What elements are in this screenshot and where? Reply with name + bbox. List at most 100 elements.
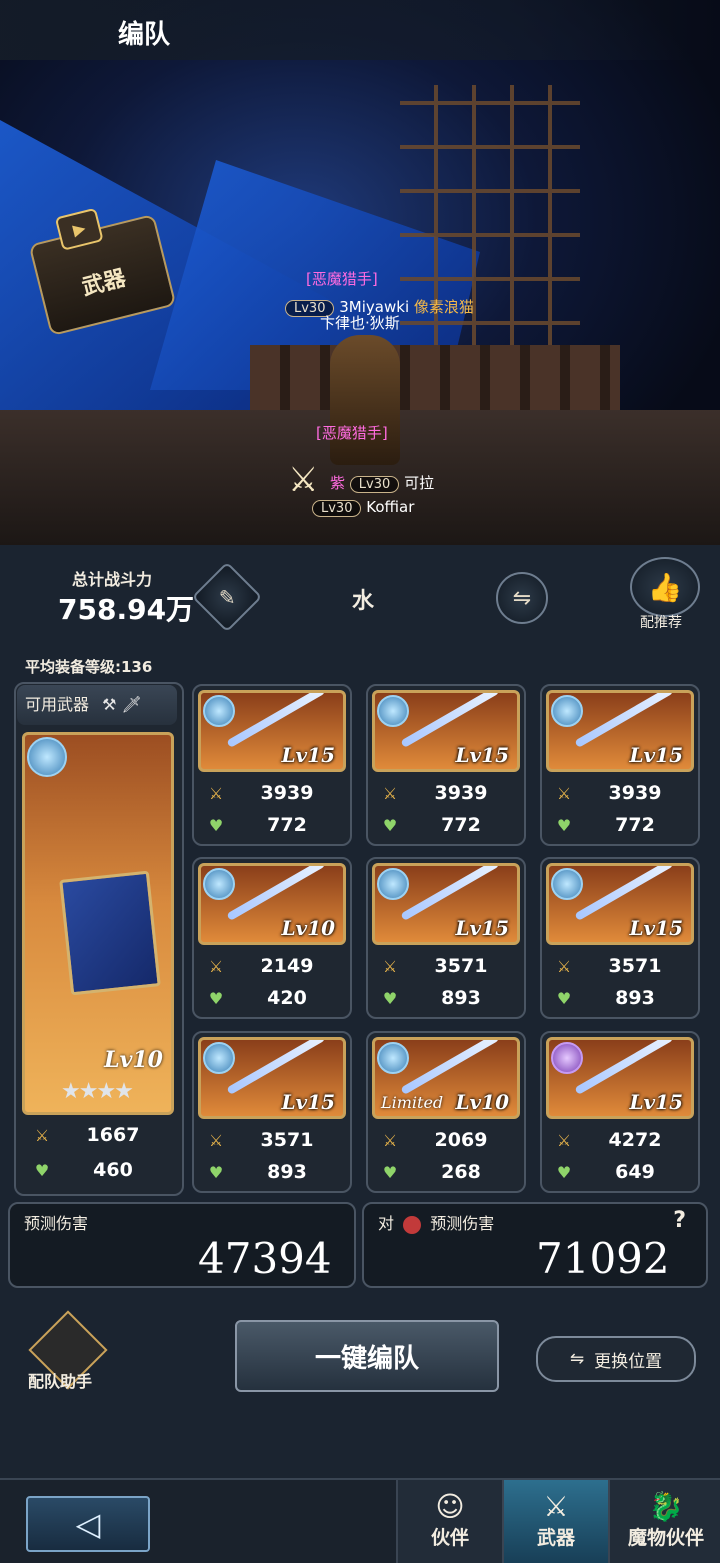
weapon-art: Lv10 (198, 863, 346, 945)
element-gem-icon (551, 1042, 583, 1074)
weapon-card[interactable]: Lv15 ⚔ 3939 ♥ 772 (192, 684, 352, 846)
attack-icon: ⚔ (382, 1131, 398, 1150)
help-icon[interactable]: ? (673, 1208, 686, 1233)
swap-position-label: 更换位置 (594, 1351, 663, 1372)
available-weapons-tab[interactable]: 可用武器 ⚒ 🗡 (17, 685, 177, 725)
tab-weapon-label: 武器 (536, 1527, 575, 1549)
header-bar: 编队 (0, 0, 720, 60)
back-button[interactable]: ◁ (26, 1496, 150, 1552)
attack-icon: ⚔ (382, 784, 398, 803)
heart-icon: ♥ (556, 1163, 572, 1182)
weapon-image (226, 693, 326, 748)
char-name: 可拉 (404, 474, 435, 492)
weapon-hp: 420 (267, 987, 307, 1009)
weapon-card[interactable]: Lv10 ⚔ 2149 ♥ 420 (192, 857, 352, 1019)
weapon-card[interactable]: Lv15 ⚔ 4272 ♥ 649 (540, 1031, 700, 1193)
weapon-level: Lv15 (629, 1090, 683, 1114)
weapon-card[interactable]: Lv15 ⚔ 3939 ♥ 772 (540, 684, 700, 846)
hp-row: ♥ 268 (368, 1157, 524, 1189)
element-gem-icon (377, 695, 409, 727)
vs-damage-label: 对 预测伤害 (378, 1210, 494, 1234)
char-tag-3-line: Lv30 Koffiar (312, 498, 414, 517)
auto-formation-button[interactable]: 一键编队 (235, 1320, 499, 1392)
element-gem-icon (377, 1042, 409, 1074)
main-weapon-level: Lv10 (104, 1047, 163, 1073)
weapon-atk: 3571 (260, 1129, 314, 1151)
hp-row: ♥ 893 (368, 983, 524, 1015)
atk-row: ⚔ 4272 (542, 1125, 698, 1157)
swap-icon: ⇋ (569, 1349, 585, 1369)
main-atk-value: 1667 (86, 1124, 140, 1146)
char-extra: 像素浪猫 (413, 298, 474, 316)
char-title: [恶魔猎手] (316, 424, 388, 442)
attack-icon: ⚔ (208, 1131, 224, 1150)
weapon-art: Lv15 (198, 1037, 346, 1119)
element-gem-icon (203, 1042, 235, 1074)
heart-icon: ♥ (382, 1163, 398, 1182)
weapon-card[interactable]: Lv15 ⚔ 3571 ♥ 893 (540, 857, 700, 1019)
thumbs-up-icon: 👍 (647, 570, 683, 604)
weapon-hp: 772 (267, 814, 307, 836)
atk-row: ⚔ 3939 (542, 778, 698, 810)
character-sprite[interactable] (330, 335, 400, 465)
weapon-card[interactable]: Lv15 ⚔ 3571 ♥ 893 (192, 1031, 352, 1193)
predicted-damage-box: 预测伤害 47394 (8, 1202, 356, 1288)
weapon-card[interactable]: Lv15 ⚔ 3571 ♥ 893 (366, 857, 526, 1019)
weapon-hp: 649 (615, 1161, 655, 1183)
weapon-hp: 772 (615, 814, 655, 836)
weapon-image (574, 1040, 674, 1095)
weapon-atk: 2149 (260, 955, 314, 977)
recommend-label: 配推荐 (640, 615, 682, 631)
tab-companion[interactable]: ☺ 伙伴 (396, 1480, 502, 1563)
weapon-hp: 268 (441, 1161, 481, 1183)
atk-row: ⚔ 3939 (368, 778, 524, 810)
attack-icon: ⚔ (382, 957, 398, 976)
char-name: Koffiar (366, 498, 415, 516)
main-weapon-card[interactable]: Lv10 ★★★★ (22, 732, 174, 1115)
weapon-image (400, 1040, 500, 1095)
atk-row: ⚔ 3571 (194, 1125, 350, 1157)
switch-element-button[interactable]: ⇋ (496, 572, 548, 624)
weapon-icon: ⚔ (543, 1490, 569, 1523)
weapon-atk: 3939 (608, 782, 662, 804)
bottom-nav: ◁ ☺ 伙伴 ⚔ 武器 🐉 魔物伙伴 (0, 1478, 720, 1563)
hp-row: ♥ 420 (194, 983, 350, 1015)
weapon-hp: 772 (441, 814, 481, 836)
team-assistant-button[interactable]: 配队助手 (28, 1310, 108, 1398)
weapon-level: Lv15 (281, 1090, 335, 1114)
main-hp-value: 460 (93, 1159, 133, 1181)
element-gem-icon (27, 737, 67, 777)
weapon-image (574, 693, 674, 748)
element-gem-icon (551, 695, 583, 727)
attack-icon: ⚔ (556, 784, 572, 803)
element-gem-icon (203, 695, 235, 727)
attack-icon: ⚔ (556, 1131, 572, 1150)
tab-monster[interactable]: 🐉 魔物伙伴 (608, 1480, 720, 1563)
hp-row: ♥ 772 (194, 810, 350, 842)
recommend-button[interactable]: 👍 (630, 557, 700, 617)
swap-position-button[interactable]: ⇋ 更换位置 (536, 1336, 696, 1382)
weapon-card[interactable]: Limited Lv10 ⚔ 2069 ♥ 268 (366, 1031, 526, 1193)
swap-arrows-icon: ⇋ (512, 585, 532, 611)
vs-prefix: 对 (378, 1214, 395, 1233)
char-level: Lv30 (312, 500, 362, 517)
weapon-art: Lv15 (546, 863, 694, 945)
total-power-value: 758.94万 (58, 593, 195, 626)
star-rating: ★★★★ (61, 1079, 134, 1104)
weapon-image (574, 866, 674, 921)
weapon-hp: 893 (441, 987, 481, 1009)
ship-rail (250, 345, 620, 415)
weapon-image (400, 866, 500, 921)
weapon-card[interactable]: Lv15 ⚔ 3939 ♥ 772 (366, 684, 526, 846)
char-title: [恶魔猎手] (306, 270, 378, 288)
element-label: 水 (352, 589, 375, 614)
heart-icon: ♥ (556, 989, 572, 1008)
tab-companion-label: 伙伴 (430, 1527, 469, 1549)
tab-weapon[interactable]: ⚔ 武器 (502, 1480, 608, 1563)
hp-row: ♥ 893 (542, 983, 698, 1015)
hp-row: ♥ 772 (542, 810, 698, 842)
feather-button[interactable]: ✎ (191, 561, 263, 633)
rope-net (400, 85, 580, 365)
element-gem-icon (377, 868, 409, 900)
char-tag-2: [恶魔猎手] (316, 422, 388, 443)
